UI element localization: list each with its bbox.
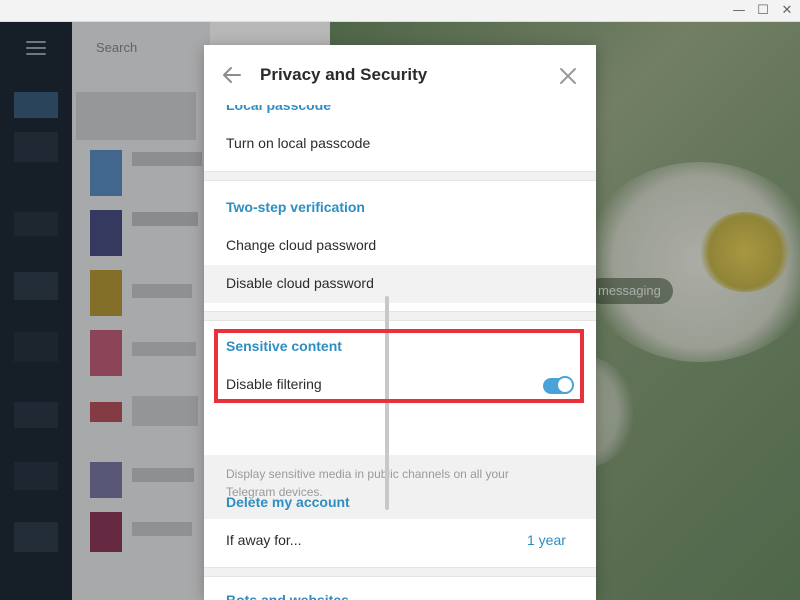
close-icon[interactable] — [556, 64, 580, 88]
away-for-value[interactable]: 1 year — [527, 532, 566, 548]
change-cloud-password-button[interactable]: Change cloud password — [226, 237, 376, 253]
window-titlebar: — ☐ ✕ — [0, 0, 800, 22]
privacy-security-dialog: Privacy and Security Local passcode Turn… — [204, 45, 596, 600]
dialog-header: Privacy and Security — [204, 45, 596, 105]
section-title-delete-account: Delete my account — [226, 494, 350, 510]
section-divider — [204, 567, 596, 577]
window-close-icon[interactable]: ✕ — [774, 2, 800, 20]
back-arrow-icon[interactable] — [220, 63, 244, 87]
section-title-two-step: Two-step verification — [226, 199, 365, 215]
dialog-title: Privacy and Security — [260, 65, 428, 84]
section-divider — [204, 311, 596, 321]
away-for-label[interactable]: If away for... — [226, 532, 301, 548]
disable-cloud-password-button[interactable]: Disable cloud password — [226, 275, 374, 291]
highlight-annotation — [214, 329, 584, 403]
maximize-icon[interactable]: ☐ — [750, 2, 776, 20]
section-divider — [204, 171, 596, 181]
minimize-icon[interactable]: — — [726, 2, 752, 20]
section-title-bots-websites: Bots and websites — [226, 592, 349, 600]
turn-on-passcode-button[interactable]: Turn on local passcode — [226, 135, 370, 151]
